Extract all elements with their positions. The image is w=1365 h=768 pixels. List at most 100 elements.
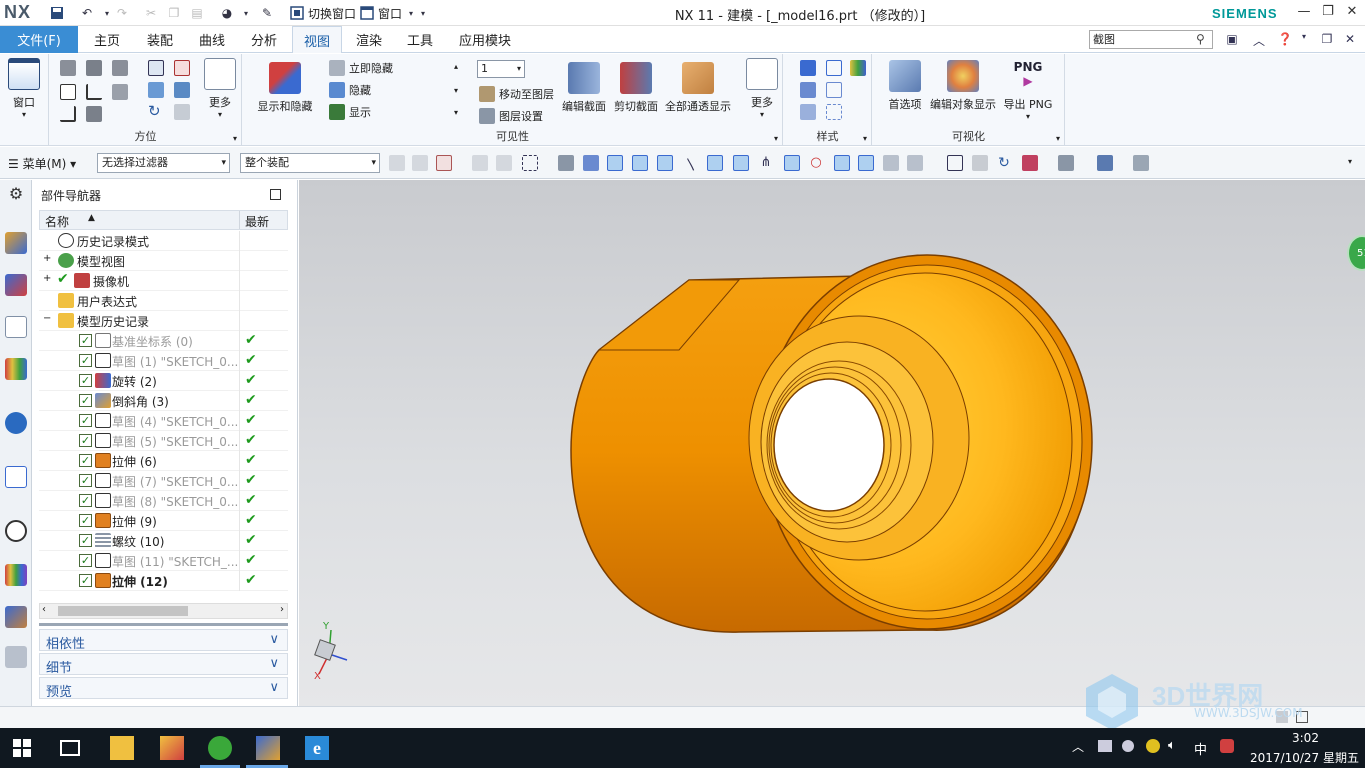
input-method-indicator[interactable]: 中 bbox=[1194, 739, 1207, 758]
face-analysis-icon[interactable] bbox=[850, 60, 866, 76]
tab-assembly[interactable]: 装配 bbox=[136, 26, 184, 53]
visualization-group-dropdown-icon[interactable]: ▾ bbox=[1056, 134, 1060, 143]
window-button[interactable]: 窗口 ▾ bbox=[4, 58, 44, 119]
menu-button[interactable]: ☰ 菜单(M) ▾ bbox=[8, 155, 76, 172]
process-studio-icon[interactable] bbox=[5, 606, 27, 628]
feature-checkbox[interactable]: ✓ bbox=[79, 414, 92, 427]
clock-date[interactable]: 2017/10/27 星期五 bbox=[1250, 749, 1359, 766]
front-view-icon[interactable] bbox=[86, 60, 102, 76]
layer-settings-button[interactable]: 图层设置 bbox=[479, 106, 543, 126]
horizontal-scrollbar[interactable]: ‹ › bbox=[39, 603, 288, 619]
fit-view-icon[interactable] bbox=[947, 155, 963, 171]
layer-select[interactable]: 1 ▾ bbox=[477, 60, 525, 78]
hd3d-tools-icon[interactable] bbox=[5, 412, 27, 434]
clip-section-button[interactable]: 剪切截面 bbox=[611, 62, 661, 114]
type-filter-select[interactable]: 无选择过滤器 ▾ bbox=[97, 153, 230, 173]
roles-icon[interactable] bbox=[5, 646, 27, 668]
restore-button[interactable]: ❐ bbox=[1317, 4, 1339, 22]
security-icon[interactable] bbox=[1122, 740, 1134, 752]
general-selection-icon[interactable] bbox=[389, 155, 405, 171]
tree-row-user-expressions[interactable]: 用户表达式 bbox=[39, 291, 288, 311]
hidden-edges-icon[interactable] bbox=[826, 104, 842, 120]
collapse-ribbon-icon[interactable]: ︿ bbox=[1251, 32, 1267, 48]
repeat-command-icon[interactable]: ◕ bbox=[218, 4, 236, 22]
dependencies-panel[interactable]: 相依性 ∨ bbox=[39, 629, 288, 652]
back-view-icon[interactable] bbox=[86, 106, 102, 122]
wireframe-gray-icon[interactable] bbox=[826, 82, 842, 98]
export-png-button[interactable]: PNG ▶ 导出 PNG ▾ bbox=[999, 60, 1057, 121]
zoom-icon[interactable] bbox=[174, 60, 190, 76]
add-tray-icon[interactable] bbox=[1146, 739, 1160, 753]
tree-row-feature[interactable]: ✓ 草图 (8) "SKETCH_0... ✔ bbox=[39, 491, 288, 511]
feature-selection-icon[interactable] bbox=[472, 155, 488, 171]
preferences-button[interactable]: 首选项 bbox=[881, 60, 929, 112]
rotate-icon[interactable]: ↻ bbox=[148, 102, 161, 120]
selection-scope-select[interactable]: 整个装配 ▾ bbox=[240, 153, 380, 173]
isometric-view-icon[interactable] bbox=[112, 60, 128, 76]
body-selection-icon[interactable] bbox=[496, 155, 512, 171]
select-face-icon[interactable] bbox=[558, 155, 574, 171]
system-materials-icon[interactable] bbox=[5, 564, 27, 586]
tree-row-feature[interactable]: ✓ 拉伸 (6) ✔ bbox=[39, 451, 288, 471]
details-panel[interactable]: 细节 ∨ bbox=[39, 653, 288, 676]
select-body-icon[interactable] bbox=[583, 155, 599, 171]
doc-restore-icon[interactable]: ❐ bbox=[1319, 32, 1335, 48]
select-all-icon[interactable] bbox=[436, 155, 452, 171]
paste-icon[interactable]: ▤ bbox=[188, 4, 206, 22]
hide-now-dropdown-icon[interactable]: ▴ bbox=[454, 62, 458, 71]
tab-curve[interactable]: 曲线 bbox=[188, 26, 236, 53]
zoom-in-out-icon[interactable] bbox=[174, 82, 190, 98]
undo-icon[interactable]: ↶ bbox=[78, 4, 96, 22]
window-icon[interactable] bbox=[358, 4, 376, 22]
zoom-view-icon[interactable] bbox=[972, 155, 988, 171]
show-hide-button[interactable]: 显示和隐藏 bbox=[253, 62, 317, 114]
browser-360-icon[interactable] bbox=[208, 736, 232, 760]
window-menu-button[interactable]: 窗口 bbox=[378, 5, 402, 22]
sogou-ime-icon[interactable] bbox=[1220, 739, 1234, 753]
column-name[interactable]: 名称 bbox=[45, 213, 69, 230]
point-on-curve-icon[interactable] bbox=[858, 155, 874, 171]
show-hide-small-icon[interactable] bbox=[1133, 155, 1149, 171]
right-view-icon[interactable] bbox=[112, 84, 128, 100]
graphics-window[interactable]: Y X 51 bbox=[299, 180, 1365, 706]
switch-window-button[interactable]: 切换窗口 bbox=[308, 5, 356, 22]
tree-row-feature[interactable]: ✓ 草图 (4) "SKETCH_0... ✔ bbox=[39, 411, 288, 431]
spline-point-icon[interactable] bbox=[733, 155, 749, 171]
edit-section-small-icon[interactable] bbox=[1097, 155, 1113, 171]
edit-section-button[interactable]: 编辑截面 bbox=[559, 62, 609, 114]
remove-filter-icon[interactable] bbox=[412, 155, 428, 171]
expand-icon[interactable]: + bbox=[43, 253, 51, 264]
feature-checkbox[interactable]: ✓ bbox=[79, 474, 92, 487]
part-navigator-icon[interactable] bbox=[5, 316, 27, 338]
curve-point-icon[interactable]: 〵 bbox=[683, 155, 699, 174]
bounded-grid-icon[interactable] bbox=[907, 155, 923, 171]
tree-row-cameras[interactable]: + ✔ 摄像机 bbox=[39, 271, 288, 291]
minimize-button[interactable]: — bbox=[1293, 4, 1315, 22]
search-icon[interactable]: ⚲ bbox=[1196, 32, 1205, 46]
touch-mode-icon[interactable]: ✎ bbox=[258, 4, 276, 22]
panel-splitter[interactable] bbox=[39, 623, 288, 626]
edit-object-display-button[interactable]: 编辑对象显示 bbox=[929, 60, 997, 112]
top-view-icon[interactable] bbox=[60, 84, 76, 100]
mid-point-icon[interactable] bbox=[657, 155, 673, 171]
column-latest[interactable]: 最新 bbox=[245, 213, 269, 230]
nx-taskbar-icon[interactable] bbox=[256, 736, 280, 760]
orient-group-dropdown-icon[interactable]: ▾ bbox=[233, 134, 237, 143]
show-button[interactable]: 显示 bbox=[329, 102, 371, 122]
visibility-more-button[interactable]: 更多 ▾ bbox=[743, 58, 781, 119]
tree-row-feature[interactable]: ✓ 草图 (7) "SKETCH_0... ✔ bbox=[39, 471, 288, 491]
scroll-left-icon[interactable]: ‹ bbox=[42, 604, 46, 615]
orient-view-icon[interactable] bbox=[174, 104, 190, 120]
app-store-icon[interactable] bbox=[160, 736, 184, 760]
pan-icon[interactable] bbox=[148, 82, 164, 98]
tree-row-model-history[interactable]: − 模型历史记录 bbox=[39, 311, 288, 331]
static-wireframe-icon[interactable] bbox=[800, 104, 816, 120]
repeat-dropdown-icon[interactable]: ▾ bbox=[237, 4, 255, 22]
redo-icon[interactable]: ↷ bbox=[113, 4, 131, 22]
shaded-with-edges-icon[interactable] bbox=[800, 60, 816, 76]
trimetric-view-icon[interactable] bbox=[60, 60, 76, 76]
background-icon[interactable] bbox=[1058, 155, 1074, 171]
tree-row-feature[interactable]: ✓ 螺纹 (10) ✔ bbox=[39, 531, 288, 551]
scroll-right-icon[interactable]: › bbox=[280, 604, 284, 615]
help-icon[interactable]: ❓ bbox=[1277, 32, 1293, 48]
